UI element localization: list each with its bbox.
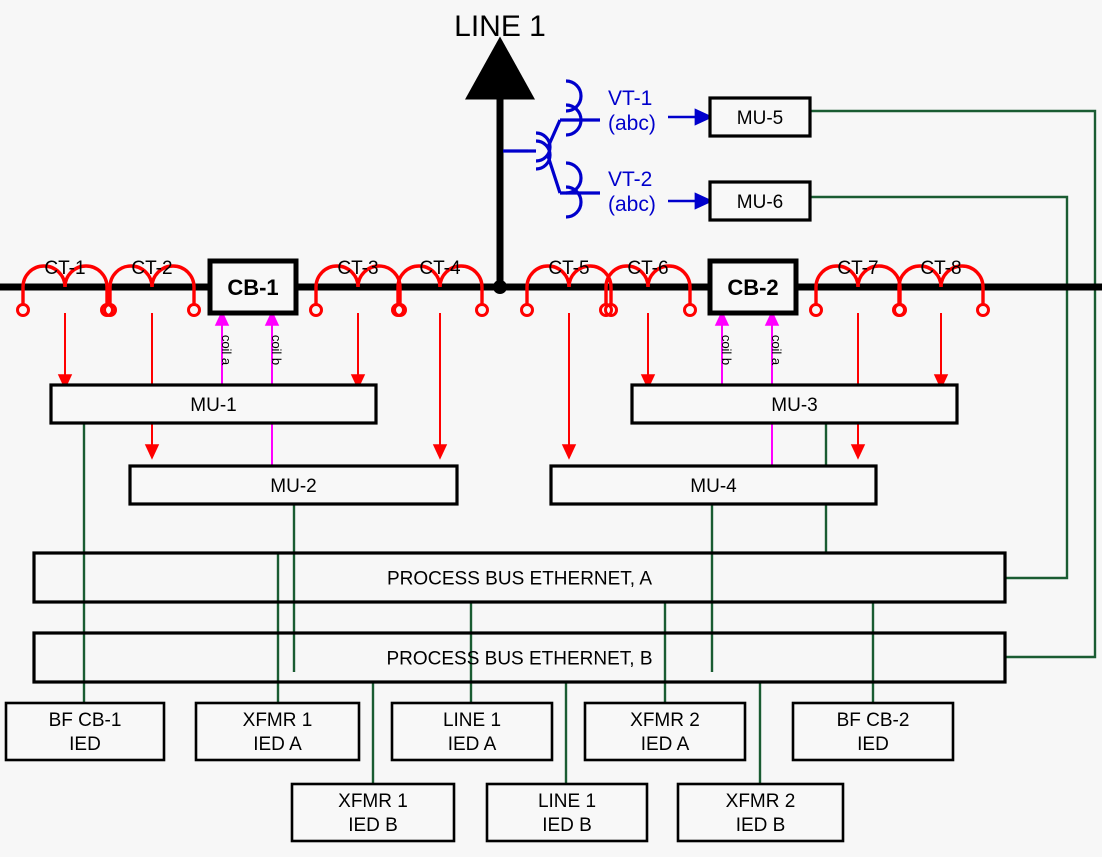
merging-unit-label: MU-6 (737, 192, 783, 213)
circuit-breaker-cb-2[interactable]: CB-2 (707, 258, 799, 316)
process-bus-bus-a[interactable]: PROCESS BUS ETHERNET, A (32, 551, 1007, 604)
coil-label: coil b (719, 335, 734, 365)
ied-group: BF CB-1 IED XFMR 1 IED A LINE 1 IED A XFMR 2 IE… (4, 701, 955, 843)
coil-label: coil b (269, 335, 284, 365)
ct-terminal-ring (16, 303, 30, 317)
ied-label-line1: LINE 1 (443, 710, 501, 731)
merging-unit-mu-1[interactable]: MU-1 (49, 383, 378, 425)
ied-label-line2: IED A (448, 734, 497, 755)
ied-label-line2: IED A (253, 734, 302, 755)
ied-label-line1: XFMR 2 (726, 791, 796, 812)
process-bus-label: PROCESS BUS ETHERNET, A (387, 569, 652, 590)
ct-label: CT-6 (627, 258, 668, 279)
ct-terminal-ring (976, 303, 990, 317)
ct-terminal-ring (309, 303, 323, 317)
single-line-diagram-canvas: CT-1 CT-2 CT-3 CT-4 CT-5 CT-6 CT-7 CT-8 CB-1 CB-… (0, 0, 1102, 857)
busbar-junction-node (493, 280, 507, 294)
vt-phase-label: (abc) (608, 193, 656, 216)
ied-line-1-ied-b[interactable]: LINE 1 IED B (485, 782, 649, 843)
ied-xfmr-1-ied-b[interactable]: XFMR 1 IED B (290, 782, 456, 843)
vt-label: VT-1 (608, 87, 652, 110)
merging-unit-mu-6[interactable]: MU-6 (708, 180, 812, 222)
ct-label: CT-1 (44, 258, 85, 279)
diagram-svg: CT-1 CT-2 CT-3 CT-4 CT-5 CT-6 CT-7 CT-8 CB-1 CB-… (0, 10, 1102, 843)
vt-symbol-group (503, 79, 714, 219)
merging-unit-group: MU-1 MU-2 MU-3 MU-4 MU-5 MU-6 (49, 96, 959, 506)
vt-phase-label: (abc) (608, 112, 656, 135)
vt2-branch-wire (546, 155, 562, 194)
vt1-branch-wire (546, 119, 562, 148)
ct-label: CT-7 (837, 258, 878, 279)
process-bus-group: PROCESS BUS ETHERNET, A PROCESS BUS ETHER… (32, 551, 1007, 684)
ct-label: CT-3 (337, 258, 378, 279)
ct-secondary-wire-group (57, 313, 949, 460)
ct-label: CT-8 (920, 258, 961, 279)
merging-unit-label: MU-2 (270, 476, 316, 497)
circuit-breaker-cb-1[interactable]: CB-1 (207, 258, 299, 316)
ied-bf-cb-2-ied[interactable]: BF CB-2 IED (791, 701, 955, 762)
ied-bf-cb-1-ied[interactable]: BF CB-1 IED (4, 701, 166, 762)
merging-unit-mu-2[interactable]: MU-2 (128, 464, 459, 506)
ied-label-line2: IED B (542, 815, 592, 836)
ied-xfmr-2-ied-b[interactable]: XFMR 2 IED B (676, 782, 845, 843)
merging-unit-mu-5[interactable]: MU-5 (708, 96, 812, 138)
ied-label-line2: IED (857, 734, 889, 755)
ied-label-line2: IED B (736, 815, 786, 836)
merging-unit-label: MU-1 (190, 395, 236, 416)
ied-label-line1: XFMR 1 (338, 791, 408, 812)
coil-label-group: coil a coil b coil b coil a (219, 335, 784, 366)
ied-label-line1: XFMR 1 (243, 710, 313, 731)
ied-xfmr-1-ied-a[interactable]: XFMR 1 IED A (194, 701, 361, 762)
coil-label: coil a (219, 335, 234, 366)
ct-terminal-ring (475, 303, 489, 317)
merging-unit-label: MU-5 (737, 108, 783, 129)
ied-xfmr-2-ied-a[interactable]: XFMR 2 IED A (583, 701, 747, 762)
ct-terminal-ring (809, 303, 823, 317)
vt-label-group: VT-1(abc)VT-2(abc) (608, 87, 656, 216)
circuit-breaker-label: CB-1 (227, 275, 278, 300)
ct-label: CT-2 (131, 258, 172, 279)
merging-unit-mu-3[interactable]: MU-3 (630, 383, 959, 425)
ied-label-line2: IED (69, 734, 101, 755)
ct-label: CT-5 (548, 258, 589, 279)
ct-terminal-ring (683, 303, 697, 317)
process-bus-bus-b[interactable]: PROCESS BUS ETHERNET, B (32, 631, 1007, 684)
ied-line-1-ied-a[interactable]: LINE 1 IED A (390, 701, 554, 762)
merging-unit-label: MU-3 (771, 395, 817, 416)
coil-label: coil a (769, 335, 784, 366)
circuit-breaker-label: CB-2 (727, 275, 778, 300)
ied-label-line1: XFMR 2 (630, 710, 700, 731)
process-bus-label: PROCESS BUS ETHERNET, B (386, 649, 652, 670)
ied-label-line1: LINE 1 (538, 791, 596, 812)
ied-label-line2: IED A (641, 734, 690, 755)
ct-terminal-ring (187, 303, 201, 317)
page-title: LINE 1 (454, 10, 546, 43)
merging-unit-label: MU-4 (690, 476, 737, 497)
merging-unit-mu-4[interactable]: MU-4 (549, 464, 878, 506)
ied-label-line1: BF CB-1 (49, 710, 122, 731)
ct-label: CT-4 (419, 258, 461, 279)
vt-label: VT-2 (608, 168, 652, 191)
ied-label-line1: BF CB-2 (837, 710, 910, 731)
ct-terminal-ring (520, 303, 534, 317)
ied-label-line2: IED B (348, 815, 398, 836)
